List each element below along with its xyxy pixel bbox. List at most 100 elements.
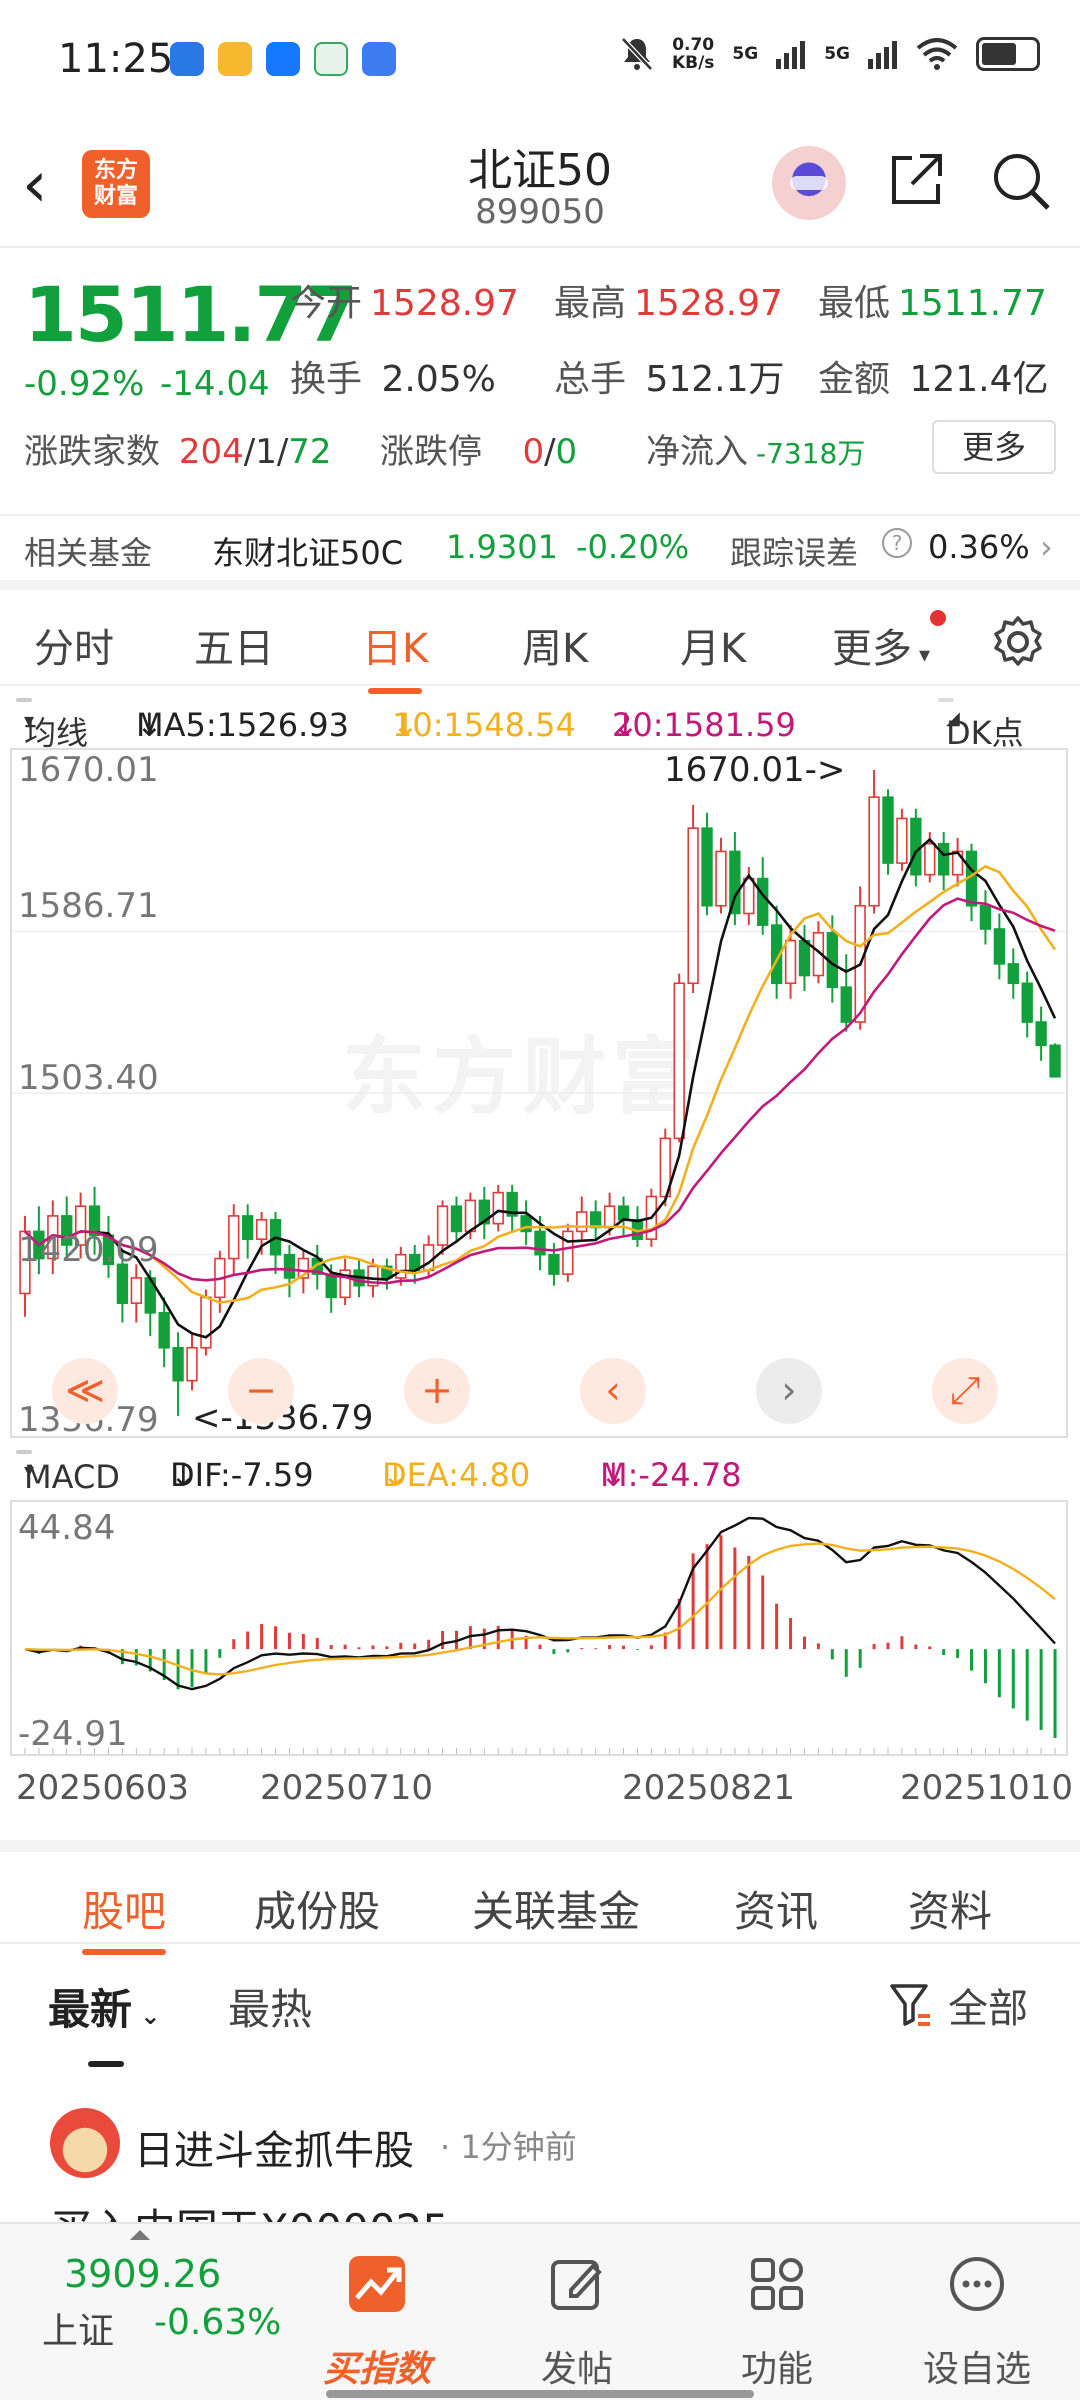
turnover-label: 换手: [290, 359, 363, 400]
candle: [269, 1212, 282, 1275]
candle: [590, 1200, 602, 1240]
scroll-left-button[interactable]: ‹: [580, 1358, 646, 1424]
turnover-stat: 换手 2.05%: [290, 350, 496, 402]
wifi-icon: [916, 38, 958, 70]
search-icon[interactable]: [990, 150, 1052, 212]
sort-latest[interactable]: 最新 ⌄: [48, 1976, 160, 2067]
candle: [965, 843, 978, 922]
index-name[interactable]: 上证: [42, 2302, 114, 2354]
candle: [186, 1332, 198, 1391]
macd-axis-label: -24.91: [18, 1714, 128, 1754]
avatar[interactable]: [50, 2108, 120, 2178]
gear-icon[interactable]: [990, 614, 1046, 670]
zoom-out-button[interactable]: −: [228, 1358, 294, 1424]
zoom-in-button[interactable]: +: [404, 1358, 470, 1424]
help-icon[interactable]: ?: [882, 528, 912, 558]
dk-point-button[interactable]: DK点 ◢: [938, 698, 1024, 752]
fund-name: 东财北证50C: [212, 534, 404, 572]
tab-monthly-k[interactable]: 月K: [680, 616, 746, 674]
candle: [631, 1206, 644, 1247]
high-value: 1528.97: [634, 283, 783, 324]
caret-down-icon: ▾: [24, 708, 35, 732]
status-time: 11:25: [58, 36, 174, 82]
tab-intraday[interactable]: 分时: [34, 616, 114, 674]
filter-all[interactable]: 全部: [948, 1976, 1028, 2034]
candle: [715, 837, 727, 914]
signal-5g-2: 5G: [824, 44, 850, 64]
more-stats-button[interactable]: 更多: [932, 420, 1056, 474]
macd-chart[interactable]: 44.84 -24.91: [10, 1500, 1068, 1756]
candle: [868, 770, 880, 914]
status-app-icons: [170, 42, 396, 76]
amount-label: 金额: [818, 359, 891, 400]
tab-related-funds[interactable]: 关联基金: [472, 1878, 640, 1939]
tab-constituents[interactable]: 成份股: [254, 1878, 380, 1939]
caret-down-icon: ▾: [24, 1458, 35, 1482]
arrow-down-icon: ↓: [600, 1456, 627, 1494]
candle: [339, 1258, 351, 1306]
volume-stat: 总手 512.1万: [554, 350, 785, 402]
candle: [673, 973, 685, 1143]
quote-panel: 1511.77 -0.92% -14.04 今开 1528.97 最高 1528.9…: [0, 252, 1080, 582]
candle: [436, 1200, 449, 1255]
related-fund-row[interactable]: 相关基金 东财北证50C 1.9301 -0.20% 跟踪误差 ? 0.36% …: [0, 514, 1080, 580]
caret-up-icon: [130, 2230, 150, 2240]
candle: [951, 837, 964, 887]
open-value: 1528.97: [370, 283, 519, 324]
tab-five-day[interactable]: 五日: [194, 616, 274, 674]
scroll-right-button[interactable]: ›: [756, 1358, 822, 1424]
candle: [659, 1128, 671, 1207]
arrow-down-icon: ↓: [612, 706, 639, 744]
signal-5g-1: 5G: [732, 44, 759, 64]
inflow-label: 净流入: [646, 432, 748, 472]
ma5-text: MA5:1526.93: [136, 706, 349, 744]
indicator-selector[interactable]: 均线 ▾: [16, 698, 88, 752]
fund-nav: 1.9301: [446, 528, 558, 566]
macd-selector[interactable]: MACD ▾: [16, 1450, 120, 1496]
corner-caret-icon: ◢: [946, 708, 960, 729]
home-indicator[interactable]: [326, 2390, 754, 2398]
net-speed-unit: KB/s: [671, 53, 715, 73]
candle: [617, 1196, 630, 1236]
fullscreen-button[interactable]: ⤢: [932, 1358, 998, 1424]
index-change[interactable]: -0.63%: [154, 2302, 281, 2343]
status-indicators: 0.70 KB/s 5G 5G: [620, 36, 1040, 72]
post-item[interactable]: 日进斗金抓牛股 · 1分钟前 买入中国天X000025: [0, 2090, 1080, 2230]
fund-change: -0.20%: [576, 528, 690, 566]
candle: [896, 808, 908, 871]
candle: [882, 789, 894, 875]
amount-stat: 金额 121.4亿: [818, 350, 1049, 402]
post-author[interactable]: 日进斗金抓牛股: [134, 2118, 414, 2176]
filter-icon[interactable]: [888, 1980, 932, 2030]
mute-bell-icon: [621, 37, 653, 71]
header: ‹ 东方 财富 北证50 899050: [0, 120, 1080, 248]
limit-up: 0: [522, 432, 545, 472]
breadth-stat: 涨跌家数 204/1/72: [24, 424, 332, 473]
index-value[interactable]: 3909.26: [64, 2252, 221, 2296]
scroll-start-button[interactable]: ≪: [52, 1358, 118, 1424]
macd-legend: MACD ▾ DIF:-7.59 ↓ DEA:4.80 ↓ M:-24.78 ↓: [0, 1444, 1080, 1496]
low-label: 最低: [818, 283, 891, 324]
share-icon[interactable]: [886, 150, 946, 210]
battery-icon: [976, 37, 1040, 71]
tab-guba[interactable]: 股吧: [82, 1878, 167, 1955]
limit-stat: 涨跌停 0/0: [380, 424, 577, 473]
tab-news[interactable]: 资讯: [734, 1878, 818, 1939]
candle: [1035, 1006, 1047, 1061]
grid-icon: [751, 2258, 803, 2310]
sort-row: 最新 ⌄ 最热 全部: [0, 1950, 1080, 2070]
separator: /: [544, 432, 556, 472]
tab-more[interactable]: 更多 ▾: [832, 616, 930, 674]
candlestick-chart[interactable]: 东方财富 1670.01 1586.71 1503.40 1420.09 133…: [10, 748, 1068, 1440]
tab-daily-k[interactable]: 日K: [362, 616, 428, 694]
tab-profile[interactable]: 资料: [908, 1878, 992, 1939]
sort-hot[interactable]: 最热: [228, 1976, 312, 2037]
bottom-nav: 3909.26 上证 -0.63% 买指数 发帖 功能 设自选: [0, 2222, 1080, 2400]
tab-weekly-k[interactable]: 周K: [522, 616, 588, 674]
macd-plot: [24, 1516, 1057, 1754]
inflow-stat: 净流入 -7318万: [646, 424, 865, 473]
separator: /: [243, 432, 256, 472]
candle: [450, 1196, 463, 1244]
volume-label: 总手: [554, 359, 627, 400]
ai-assistant-icon[interactable]: [772, 146, 846, 220]
